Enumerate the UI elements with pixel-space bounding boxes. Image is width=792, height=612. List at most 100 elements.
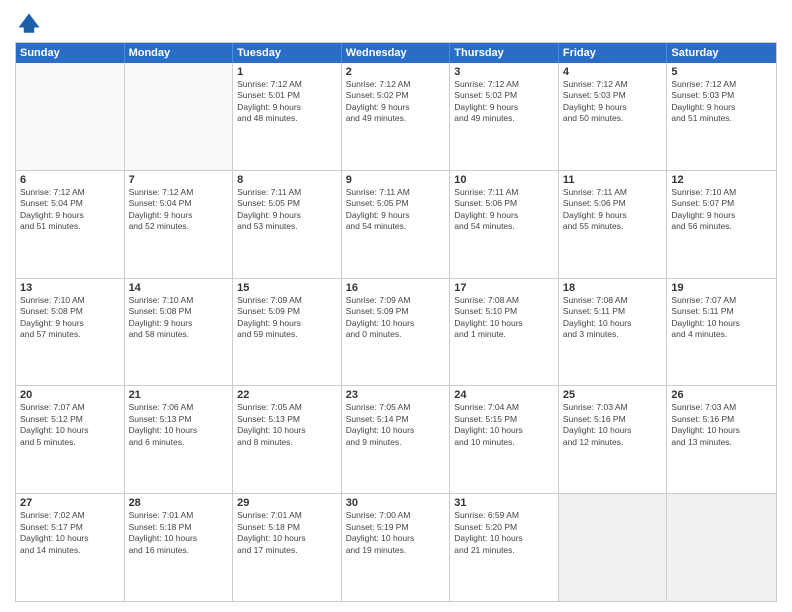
calendar-cell xyxy=(16,63,125,170)
day-info: Sunrise: 7:08 AM Sunset: 5:10 PM Dayligh… xyxy=(454,295,554,341)
day-number: 4 xyxy=(563,66,663,78)
day-info: Sunrise: 7:01 AM Sunset: 5:18 PM Dayligh… xyxy=(129,510,229,556)
calendar-cell: 7Sunrise: 7:12 AM Sunset: 5:04 PM Daylig… xyxy=(125,171,234,278)
calendar-cell: 15Sunrise: 7:09 AM Sunset: 5:09 PM Dayli… xyxy=(233,279,342,386)
day-number: 20 xyxy=(20,389,120,401)
day-number: 18 xyxy=(563,282,663,294)
day-info: Sunrise: 7:02 AM Sunset: 5:17 PM Dayligh… xyxy=(20,510,120,556)
day-number: 13 xyxy=(20,282,120,294)
day-info: Sunrise: 7:11 AM Sunset: 5:06 PM Dayligh… xyxy=(454,187,554,233)
day-number: 19 xyxy=(671,282,772,294)
calendar-cell: 13Sunrise: 7:10 AM Sunset: 5:08 PM Dayli… xyxy=(16,279,125,386)
calendar-cell: 3Sunrise: 7:12 AM Sunset: 5:02 PM Daylig… xyxy=(450,63,559,170)
logo-icon xyxy=(15,10,43,38)
calendar-cell: 26Sunrise: 7:03 AM Sunset: 5:16 PM Dayli… xyxy=(667,386,776,493)
day-number: 17 xyxy=(454,282,554,294)
day-number: 24 xyxy=(454,389,554,401)
calendar-row: 20Sunrise: 7:07 AM Sunset: 5:12 PM Dayli… xyxy=(16,385,776,493)
day-info: Sunrise: 7:10 AM Sunset: 5:08 PM Dayligh… xyxy=(129,295,229,341)
day-info: Sunrise: 6:59 AM Sunset: 5:20 PM Dayligh… xyxy=(454,510,554,556)
calendar-body: 1Sunrise: 7:12 AM Sunset: 5:01 PM Daylig… xyxy=(16,63,776,601)
calendar-cell: 12Sunrise: 7:10 AM Sunset: 5:07 PM Dayli… xyxy=(667,171,776,278)
day-number: 23 xyxy=(346,389,446,401)
calendar-cell: 19Sunrise: 7:07 AM Sunset: 5:11 PM Dayli… xyxy=(667,279,776,386)
day-info: Sunrise: 7:12 AM Sunset: 5:02 PM Dayligh… xyxy=(454,79,554,125)
calendar-cell: 28Sunrise: 7:01 AM Sunset: 5:18 PM Dayli… xyxy=(125,494,234,601)
day-info: Sunrise: 7:12 AM Sunset: 5:03 PM Dayligh… xyxy=(671,79,772,125)
calendar-header-cell: Sunday xyxy=(16,43,125,63)
day-info: Sunrise: 7:03 AM Sunset: 5:16 PM Dayligh… xyxy=(563,402,663,448)
day-number: 3 xyxy=(454,66,554,78)
calendar-cell: 22Sunrise: 7:05 AM Sunset: 5:13 PM Dayli… xyxy=(233,386,342,493)
day-number: 6 xyxy=(20,174,120,186)
day-number: 11 xyxy=(563,174,663,186)
calendar-header-cell: Tuesday xyxy=(233,43,342,63)
calendar-cell: 10Sunrise: 7:11 AM Sunset: 5:06 PM Dayli… xyxy=(450,171,559,278)
day-number: 29 xyxy=(237,497,337,509)
calendar-cell: 21Sunrise: 7:06 AM Sunset: 5:13 PM Dayli… xyxy=(125,386,234,493)
day-info: Sunrise: 7:07 AM Sunset: 5:11 PM Dayligh… xyxy=(671,295,772,341)
calendar-cell: 25Sunrise: 7:03 AM Sunset: 5:16 PM Dayli… xyxy=(559,386,668,493)
calendar-cell: 8Sunrise: 7:11 AM Sunset: 5:05 PM Daylig… xyxy=(233,171,342,278)
calendar-header-cell: Saturday xyxy=(667,43,776,63)
calendar-cell xyxy=(125,63,234,170)
day-info: Sunrise: 7:08 AM Sunset: 5:11 PM Dayligh… xyxy=(563,295,663,341)
calendar-cell: 30Sunrise: 7:00 AM Sunset: 5:19 PM Dayli… xyxy=(342,494,451,601)
calendar-cell: 16Sunrise: 7:09 AM Sunset: 5:09 PM Dayli… xyxy=(342,279,451,386)
day-info: Sunrise: 7:12 AM Sunset: 5:04 PM Dayligh… xyxy=(129,187,229,233)
calendar: SundayMondayTuesdayWednesdayThursdayFrid… xyxy=(15,42,777,602)
calendar-cell: 6Sunrise: 7:12 AM Sunset: 5:04 PM Daylig… xyxy=(16,171,125,278)
day-info: Sunrise: 7:11 AM Sunset: 5:06 PM Dayligh… xyxy=(563,187,663,233)
day-number: 16 xyxy=(346,282,446,294)
calendar-cell: 20Sunrise: 7:07 AM Sunset: 5:12 PM Dayli… xyxy=(16,386,125,493)
calendar-row: 1Sunrise: 7:12 AM Sunset: 5:01 PM Daylig… xyxy=(16,63,776,170)
day-number: 25 xyxy=(563,389,663,401)
calendar-cell xyxy=(667,494,776,601)
calendar-cell: 31Sunrise: 6:59 AM Sunset: 5:20 PM Dayli… xyxy=(450,494,559,601)
calendar-row: 13 Sunrise: 7:10 AM Sunset: 5:08 PM Dayli… xyxy=(16,278,776,386)
calendar-cell: 24Sunrise: 7:04 AM Sunset: 5:15 PM Dayli… xyxy=(450,386,559,493)
day-info: Sunrise: 7:06 AM Sunset: 5:13 PM Dayligh… xyxy=(129,402,229,448)
calendar-cell: 9Sunrise: 7:11 AM Sunset: 5:05 PM Daylig… xyxy=(342,171,451,278)
day-info: Sunrise: 7:09 AM Sunset: 5:09 PM Dayligh… xyxy=(346,295,446,341)
day-info: Sunrise: 7:11 AM Sunset: 5:05 PM Dayligh… xyxy=(346,187,446,233)
day-number: 26 xyxy=(671,389,772,401)
day-number: 14 xyxy=(129,282,229,294)
calendar-header-cell: Friday xyxy=(559,43,668,63)
calendar-cell: 17Sunrise: 7:08 AM Sunset: 5:10 PM Dayli… xyxy=(450,279,559,386)
day-number: 7 xyxy=(129,174,229,186)
header xyxy=(15,10,777,38)
day-info: Sunrise: 7:05 AM Sunset: 5:14 PM Dayligh… xyxy=(346,402,446,448)
day-info: Sunrise: 7:05 AM Sunset: 5:13 PM Dayligh… xyxy=(237,402,337,448)
day-number: 15 xyxy=(237,282,337,294)
day-info: Sunrise: 7:09 AM Sunset: 5:09 PM Dayligh… xyxy=(237,295,337,341)
calendar-cell: 23Sunrise: 7:05 AM Sunset: 5:14 PM Dayli… xyxy=(342,386,451,493)
calendar-row: 27Sunrise: 7:02 AM Sunset: 5:17 PM Dayli… xyxy=(16,493,776,601)
calendar-cell: 18Sunrise: 7:08 AM Sunset: 5:11 PM Dayli… xyxy=(559,279,668,386)
day-info: Sunrise: 7:12 AM Sunset: 5:02 PM Dayligh… xyxy=(346,79,446,125)
day-info: Sunrise: 7:07 AM Sunset: 5:12 PM Dayligh… xyxy=(20,402,120,448)
calendar-cell: 1Sunrise: 7:12 AM Sunset: 5:01 PM Daylig… xyxy=(233,63,342,170)
calendar-header: SundayMondayTuesdayWednesdayThursdayFrid… xyxy=(16,43,776,63)
day-info: Sunrise: 7:01 AM Sunset: 5:18 PM Dayligh… xyxy=(237,510,337,556)
day-number: 21 xyxy=(129,389,229,401)
calendar-cell: 11Sunrise: 7:11 AM Sunset: 5:06 PM Dayli… xyxy=(559,171,668,278)
day-number: 30 xyxy=(346,497,446,509)
day-number: 31 xyxy=(454,497,554,509)
day-info: Sunrise: 7:11 AM Sunset: 5:05 PM Dayligh… xyxy=(237,187,337,233)
day-info: Sunrise: 7:03 AM Sunset: 5:16 PM Dayligh… xyxy=(671,402,772,448)
calendar-row: 6Sunrise: 7:12 AM Sunset: 5:04 PM Daylig… xyxy=(16,170,776,278)
page: SundayMondayTuesdayWednesdayThursdayFrid… xyxy=(0,0,792,612)
calendar-header-cell: Thursday xyxy=(450,43,559,63)
day-number: 27 xyxy=(20,497,120,509)
calendar-cell xyxy=(559,494,668,601)
calendar-cell: 4Sunrise: 7:12 AM Sunset: 5:03 PM Daylig… xyxy=(559,63,668,170)
day-number: 5 xyxy=(671,66,772,78)
calendar-header-cell: Wednesday xyxy=(342,43,451,63)
logo xyxy=(15,10,47,38)
calendar-header-cell: Monday xyxy=(125,43,234,63)
calendar-cell: 27Sunrise: 7:02 AM Sunset: 5:17 PM Dayli… xyxy=(16,494,125,601)
day-info: Sunrise: 7:04 AM Sunset: 5:15 PM Dayligh… xyxy=(454,402,554,448)
day-number: 12 xyxy=(671,174,772,186)
day-info: Sunrise: 7:12 AM Sunset: 5:04 PM Dayligh… xyxy=(20,187,120,233)
